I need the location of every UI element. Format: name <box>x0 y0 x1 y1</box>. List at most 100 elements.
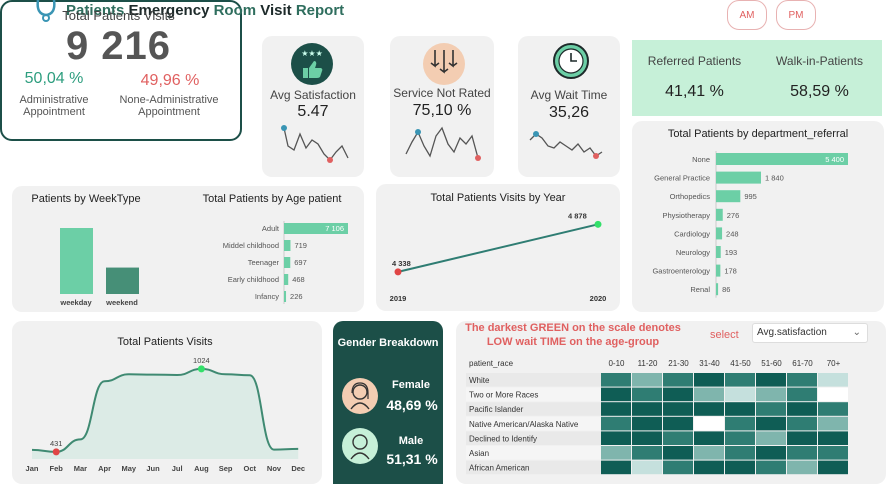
visits-by-year-card: Total Patients Visits by Year 4 338 4 878 2… <box>376 184 620 311</box>
heat-cell <box>601 373 631 387</box>
heat-cell <box>818 387 848 402</box>
heat-cell <box>601 416 631 431</box>
column-label: 70+ <box>827 359 841 368</box>
heat-cell <box>601 387 631 402</box>
pm-button[interactable]: PM <box>776 0 816 30</box>
clock-icon <box>553 43 589 79</box>
data-label: 5 400 <box>825 155 844 164</box>
category-label: Teenager <box>248 258 280 267</box>
female-value: 48,69 % <box>386 397 438 413</box>
heat-cell <box>601 460 631 475</box>
data-label: 468 <box>292 275 305 284</box>
heat-cell <box>725 387 755 402</box>
category-label: General Practice <box>654 174 710 183</box>
satisfaction-label: Avg Satisfaction <box>270 88 356 102</box>
heat-cell <box>694 431 724 445</box>
category-label: Early childhood <box>228 275 279 284</box>
not-rated-label: Service Not Rated <box>393 86 491 100</box>
monthly-visits-card: Total Patients Visits 431 1024 Jan Feb Mar Apr… <box>12 321 322 484</box>
heat-cell <box>632 446 662 460</box>
row-header: patient_race <box>469 359 514 368</box>
data-label: 697 <box>294 258 307 267</box>
monthly-visits-chart: Total Patients Visits 431 1024 Jan Feb Mar Apr… <box>26 336 306 473</box>
data-label: 178 <box>724 267 737 276</box>
chevron-down-icon: ⌄ <box>852 327 861 338</box>
heat-cell <box>787 416 817 431</box>
heat-cell <box>663 416 693 431</box>
category-label: weekend <box>105 298 138 307</box>
heat-cell <box>725 373 755 387</box>
column-label: 61-70 <box>792 359 813 368</box>
heat-cell <box>663 431 693 445</box>
x-tick-label: 2019 <box>390 294 407 303</box>
category-label: Renal <box>690 285 710 294</box>
heat-cell <box>694 416 724 431</box>
wait-time-value: 35,26 <box>548 104 590 121</box>
referral-split-card: Referred Patients 41,41 % Walk-in-Patien… <box>632 40 882 116</box>
category-label: Neurology <box>676 248 710 257</box>
heat-cell <box>787 402 817 416</box>
heatmap-card: The darkest GREEN on the scale denotes LO… <box>456 321 886 484</box>
metric-select[interactable]: Avg.satisfaction ⌄ <box>752 323 868 343</box>
x-tick-label: Jul <box>172 464 183 473</box>
heat-cell <box>756 416 786 431</box>
heat-cell <box>756 387 786 402</box>
heat-cell <box>818 416 848 431</box>
heat-cell <box>756 446 786 460</box>
data-label: 226 <box>290 292 303 301</box>
x-tick-label: Feb <box>50 464 64 473</box>
heat-cell <box>818 431 848 445</box>
x-tick-label: 2020 <box>590 294 607 303</box>
heat-cell <box>787 373 817 387</box>
chart-title: Patients by WeekType <box>31 193 140 205</box>
bar <box>284 291 287 302</box>
heat-cell <box>756 431 786 445</box>
data-label: 431 <box>50 439 63 448</box>
heat-cell <box>694 402 724 416</box>
row-label: Two or More Races <box>469 391 538 400</box>
wait-time-sparkline <box>529 131 603 159</box>
heat-cell <box>787 460 817 475</box>
referred-value: 41,41 % <box>665 83 724 100</box>
svg-text:★★★: ★★★ <box>301 49 323 58</box>
bar <box>716 208 723 221</box>
heat-cell <box>818 373 848 387</box>
heat-cell <box>663 387 693 402</box>
walkin-label: Walk-in-Patients <box>776 54 863 68</box>
heat-cell <box>601 431 631 445</box>
gender-title: Gender Breakdown <box>337 337 439 349</box>
data-label: 1024 <box>193 356 210 365</box>
heat-cell <box>694 373 724 387</box>
male-label: Male <box>398 435 424 447</box>
column-label: 0-10 <box>608 359 625 368</box>
category-label: Orthopedics <box>670 192 711 201</box>
row-label: Native American/Alaska Native <box>469 420 579 429</box>
column-label: 11-20 <box>638 359 658 368</box>
data-label: 995 <box>744 192 757 201</box>
wait-time-label: Avg Wait Time <box>530 88 608 102</box>
heat-cell <box>632 373 662 387</box>
female-label: Female <box>392 379 430 391</box>
heat-cell <box>694 446 724 460</box>
bar <box>716 227 723 240</box>
am-button[interactable]: AM <box>727 0 767 30</box>
thumbs-up-stars-icon: ★★★ <box>291 43 333 85</box>
age-chart: Total Patients by Age patient Adult 7 106 M… <box>203 193 348 304</box>
satisfaction-card: ★★★ Avg Satisfaction 5.47 <box>262 36 364 177</box>
data-label: 7 106 <box>325 224 344 233</box>
row-label: White <box>469 376 490 385</box>
heat-cell <box>632 431 662 445</box>
heat-cell <box>632 402 662 416</box>
department-referral-chart: Total Patients by department_referral Non… <box>652 128 848 298</box>
x-tick-label: Jan <box>26 464 39 473</box>
male-value: 51,31 % <box>386 451 438 467</box>
heat-cell <box>787 387 817 402</box>
not-rated-sparkline <box>405 126 481 161</box>
heat-cell <box>787 446 817 460</box>
wait-time-card: Avg Wait Time 35,26 <box>518 36 620 177</box>
heat-cell <box>818 460 848 475</box>
row-label: African American <box>469 464 529 473</box>
nonadmin-pct: 49,96 % <box>140 72 200 89</box>
bar <box>716 190 741 203</box>
x-tick-label: Oct <box>244 464 257 473</box>
